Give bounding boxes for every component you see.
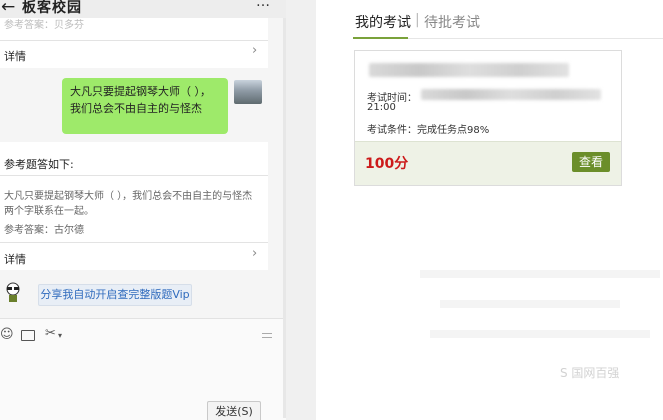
bot-avatar-icon (2, 281, 24, 303)
folder-icon[interactable] (21, 330, 35, 341)
back-arrow-icon[interactable]: ← (1, 0, 15, 17)
ghost-row (440, 300, 620, 308)
card-divider (0, 175, 268, 176)
ghost-row (420, 270, 660, 278)
history-lines-icon[interactable] (262, 333, 272, 338)
blurred-exam-title (369, 63, 569, 77)
reference-answer: 参考答案：古尔德 (4, 225, 84, 236)
message-bubble: 大凡只要提起钢琴大师（ ），我们总会不由自主的与怪杰 (62, 78, 228, 134)
details-link-1[interactable]: 详情 (4, 48, 26, 64)
exam-score: 100分 (365, 156, 409, 172)
share-vip-button[interactable]: 分享我自动开启查完整版题Vip (38, 284, 192, 306)
emoji-icon[interactable]: ☺ (0, 327, 14, 342)
send-button[interactable]: 发送(S) (207, 401, 261, 420)
message-text: 大凡只要提起钢琴大师（ ），我们总会不由自主的与怪杰 (70, 85, 211, 115)
panel-gap (286, 0, 316, 420)
chevron-right-icon[interactable]: › (252, 246, 257, 261)
exam-condition: 考试条件：完成任务点98% (367, 125, 490, 136)
question-text: 大凡只要提起钢琴大师（ ），我们总会不由自主的与怪杰两个字联系在一起。 (4, 191, 253, 217)
tab-separator: | (415, 12, 420, 28)
tab-pending-review[interactable]: 待批考试 (424, 12, 480, 32)
ghost-row (430, 330, 650, 338)
blurred-time-range (421, 89, 601, 100)
more-options-icon[interactable]: … (256, 0, 271, 10)
chevron-right-icon[interactable]: › (252, 43, 257, 58)
tab-my-exams[interactable]: 我的考试 (355, 12, 411, 32)
chat-title: 板客校园 (22, 0, 82, 16)
exam-time-value: 21:00 (367, 102, 396, 113)
view-exam-button[interactable]: 查看 (572, 152, 610, 172)
card-divider (0, 40, 268, 41)
faded-reference-answer: 参考答案：贝多芬 (4, 20, 84, 31)
watermark: S 国网百强 (560, 366, 620, 380)
chat-panel: ← 板客校园 … 参考答案：贝多芬 详情 › 大凡只要提起钢琴大师（ ），我们总… (0, 0, 286, 420)
card-divider (0, 242, 268, 243)
user-avatar[interactable] (234, 80, 262, 104)
scissors-icon[interactable]: ✂ (45, 326, 56, 341)
details-link-2[interactable]: 详情 (4, 251, 26, 267)
reference-heading: 参考题答如下: (4, 158, 74, 171)
active-tab-indicator (353, 37, 408, 39)
dropdown-caret-icon[interactable]: ▾ (58, 331, 62, 340)
